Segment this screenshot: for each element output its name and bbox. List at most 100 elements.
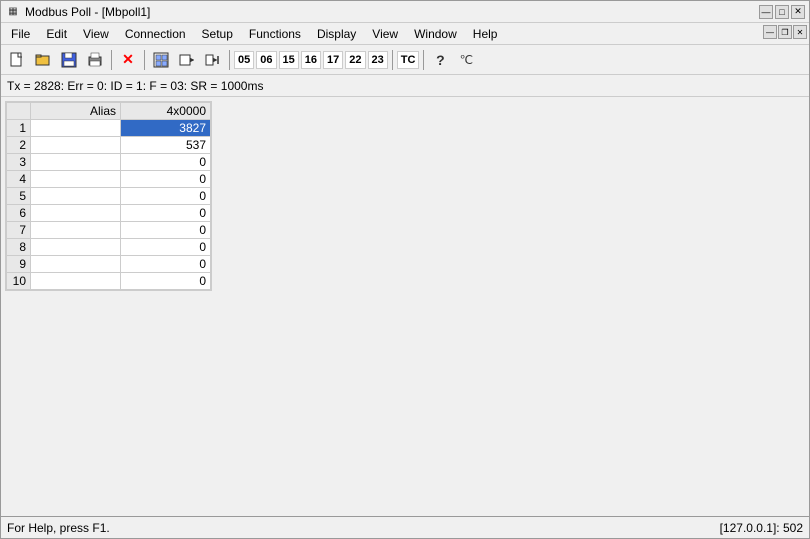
degree-button[interactable]: ℃ (454, 48, 478, 72)
value-cell[interactable]: 0 (121, 154, 211, 171)
print-button[interactable] (83, 48, 107, 72)
read-button[interactable] (175, 48, 199, 72)
table-row[interactable]: 50 (7, 188, 211, 205)
alias-cell (31, 154, 121, 171)
table-row[interactable]: 80 (7, 239, 211, 256)
connection-status: [127.0.0.1]: 502 (720, 521, 803, 535)
table-row[interactable]: 30 (7, 154, 211, 171)
menu-display[interactable]: Display (309, 25, 364, 43)
col-header-num (7, 103, 31, 120)
status-text: Tx = 2828: Err = 0: ID = 1: F = 03: SR =… (7, 79, 263, 93)
mdi-restore-button[interactable]: ❐ (778, 25, 792, 39)
menu-window[interactable]: Window (406, 25, 465, 43)
menu-bar: File Edit View Connection Setup Function… (1, 23, 809, 45)
row-number: 5 (7, 188, 31, 205)
row-number: 8 (7, 239, 31, 256)
value-cell[interactable]: 0 (121, 205, 211, 222)
table-row[interactable]: 90 (7, 256, 211, 273)
data-table: Alias 4x0000 13827253730405060708090100 (6, 102, 211, 290)
step-button[interactable] (201, 48, 225, 72)
help-text: For Help, press F1. (7, 521, 720, 535)
new-icon (9, 52, 25, 68)
menu-connection[interactable]: Connection (117, 25, 194, 43)
save-button[interactable] (57, 48, 81, 72)
toolbar-label-17[interactable]: 17 (323, 51, 343, 69)
open-icon (35, 52, 51, 68)
close-button[interactable]: ✕ (791, 5, 805, 19)
table-row[interactable]: 40 (7, 171, 211, 188)
value-cell[interactable]: 0 (121, 239, 211, 256)
row-number: 4 (7, 171, 31, 188)
toolbar-label-16[interactable]: 16 (301, 51, 321, 69)
value-cell[interactable]: 0 (121, 188, 211, 205)
value-cell[interactable]: 537 (121, 137, 211, 154)
step-icon (205, 52, 221, 68)
menu-edit[interactable]: Edit (38, 25, 75, 43)
col-header-value: 4x0000 (121, 103, 211, 120)
value-cell[interactable]: 0 (121, 256, 211, 273)
col-header-alias: Alias (31, 103, 121, 120)
row-number: 1 (7, 120, 31, 137)
window-controls: — □ ✕ (759, 5, 805, 19)
menu-help[interactable]: Help (465, 25, 506, 43)
stop-button[interactable]: ✕ (116, 48, 140, 72)
row-number: 9 (7, 256, 31, 273)
read-icon (179, 52, 195, 68)
menu-functions[interactable]: Functions (241, 25, 309, 43)
window-icon (153, 52, 169, 68)
toolbar-separator-5 (423, 50, 424, 70)
toolbar-label-22[interactable]: 22 (345, 51, 365, 69)
toolbar-label-06[interactable]: 06 (256, 51, 276, 69)
menu-file[interactable]: File (3, 25, 38, 43)
print-icon (87, 52, 103, 68)
new-button[interactable] (5, 48, 29, 72)
toolbar: ✕ 05 06 15 16 17 22 23 TC ? ℃ (1, 45, 809, 75)
open-button[interactable] (31, 48, 55, 72)
table-row[interactable]: 60 (7, 205, 211, 222)
mdi-close-button[interactable]: ✕ (793, 25, 807, 39)
mdi-minimize-button[interactable]: — (763, 25, 777, 39)
toolbar-label-05[interactable]: 05 (234, 51, 254, 69)
status-line: Tx = 2828: Err = 0: ID = 1: F = 03: SR =… (1, 75, 809, 97)
table-row[interactable]: 2 537 (7, 137, 211, 154)
alias-cell (31, 137, 121, 154)
menu-view2[interactable]: View (364, 25, 406, 43)
help-button[interactable]: ? (428, 48, 452, 72)
value-cell[interactable]: 0 (121, 171, 211, 188)
toolbar-separator-1 (111, 50, 112, 70)
alias-cell (31, 171, 121, 188)
alias-cell (31, 188, 121, 205)
table-row[interactable]: 1 3827 (7, 120, 211, 137)
value-cell[interactable]: 0 (121, 222, 211, 239)
row-number: 3 (7, 154, 31, 171)
row-number: 6 (7, 205, 31, 222)
alias-cell (31, 239, 121, 256)
window-button[interactable] (149, 48, 173, 72)
row-number: 2 (7, 137, 31, 154)
table-row[interactable]: 70 (7, 222, 211, 239)
alias-cell (31, 256, 121, 273)
menu-setup[interactable]: Setup (194, 25, 241, 43)
table-row[interactable]: 10 0 (7, 273, 211, 290)
window-title: Modbus Poll - [Mbpoll1] (25, 5, 759, 19)
bottom-status-bar: For Help, press F1. [127.0.0.1]: 502 (1, 516, 809, 538)
alias-cell (31, 120, 121, 137)
main-content: Alias 4x0000 13827253730405060708090100 (1, 97, 809, 516)
toolbar-label-23[interactable]: 23 (368, 51, 388, 69)
alias-cell (31, 222, 121, 239)
value-cell[interactable]: 3827 (121, 120, 211, 137)
data-table-wrapper: Alias 4x0000 13827253730405060708090100 (5, 101, 212, 291)
toolbar-label-tc[interactable]: TC (397, 51, 420, 69)
toolbar-label-15[interactable]: 15 (279, 51, 299, 69)
row-number: 10 (7, 273, 31, 290)
value-cell[interactable]: 0 (121, 273, 211, 290)
toolbar-separator-3 (229, 50, 230, 70)
toolbar-separator-2 (144, 50, 145, 70)
alias-cell (31, 205, 121, 222)
minimize-button[interactable]: — (759, 5, 773, 19)
save-icon (61, 52, 77, 68)
menu-view[interactable]: View (75, 25, 117, 43)
maximize-button[interactable]: □ (775, 5, 789, 19)
title-bar: ▦ Modbus Poll - [Mbpoll1] — □ ✕ (1, 1, 809, 23)
app-icon: ▦ (5, 4, 21, 20)
